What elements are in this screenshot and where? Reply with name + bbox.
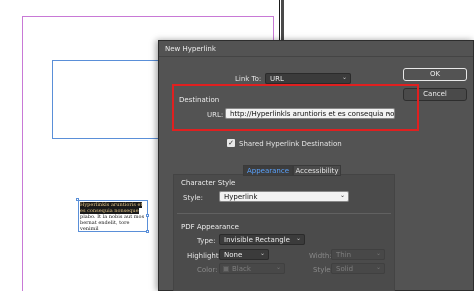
annotation-highlight-box (172, 84, 419, 131)
character-style-label: Style: (183, 194, 203, 202)
tab-accessibility[interactable]: Accessibility (293, 165, 341, 176)
tab-appearance[interactable]: Appearance (243, 165, 293, 176)
character-style-heading: Character Style (181, 179, 236, 187)
color-swatch (223, 266, 229, 272)
chevron-down-icon: ⌄ (375, 250, 381, 257)
highlight-value: None (224, 251, 243, 259)
color-select[interactable]: Black ⌄ (219, 263, 285, 274)
type-select[interactable]: Invisible Rectangle ⌄ (219, 234, 305, 245)
dialog-titlebar[interactable]: New Hyperlink (159, 41, 473, 57)
link-to-label: Link To: (235, 75, 262, 83)
body-text: plabo. It la nobis aut mos bernat endeli… (80, 214, 145, 232)
frame-handle[interactable] (146, 230, 149, 233)
checkmark-icon: ✓ (228, 139, 234, 147)
shared-destination-label: Shared Hyperlink Destination (239, 140, 342, 148)
character-style-value: Hyperlink (224, 193, 258, 201)
width-label: Width: (309, 252, 332, 260)
frame-handle[interactable] (76, 198, 79, 201)
chevron-down-icon: ⌄ (339, 192, 345, 199)
shared-destination-checkbox[interactable]: ✓ (227, 139, 235, 147)
chevron-down-icon: ⌄ (275, 264, 281, 271)
text-frame[interactable]: Hyperlinkls aruntioris et es consequia n… (78, 200, 148, 232)
color-label: Color: (197, 266, 218, 274)
type-value: Invisible Rectangle (224, 236, 290, 244)
new-hyperlink-dialog: New Hyperlink Link To: URL ⌄ OK Cancel D… (158, 40, 474, 291)
border-style-value: Solid (336, 265, 354, 273)
border-style-select[interactable]: Solid ⌄ (331, 263, 385, 274)
highlight-select[interactable]: None ⌄ (219, 249, 269, 260)
divider (177, 213, 391, 214)
dialog-title: New Hyperlink (165, 45, 216, 53)
link-to-value: URL (270, 75, 284, 83)
width-value: Thin (336, 251, 352, 259)
chevron-down-icon: ⌄ (375, 264, 381, 271)
style-label: Style: (313, 266, 333, 274)
hyperlink-source-text: Hyperlinkls aruntioris et es consequia n… (80, 202, 143, 214)
chevron-down-icon: ⌄ (259, 250, 265, 257)
link-to-select[interactable]: URL ⌄ (265, 73, 351, 84)
width-select[interactable]: Thin ⌄ (331, 249, 385, 260)
type-label: Type: (197, 237, 216, 245)
chevron-down-icon: ⌄ (341, 74, 347, 81)
ok-button[interactable]: OK (403, 68, 467, 81)
character-style-select[interactable]: Hyperlink ⌄ (219, 191, 349, 202)
pdf-appearance-heading: PDF Appearance (181, 223, 239, 231)
chevron-down-icon: ⌄ (295, 235, 301, 242)
highlight-label: Highlight: (187, 252, 221, 260)
frame-handle[interactable] (146, 214, 149, 217)
